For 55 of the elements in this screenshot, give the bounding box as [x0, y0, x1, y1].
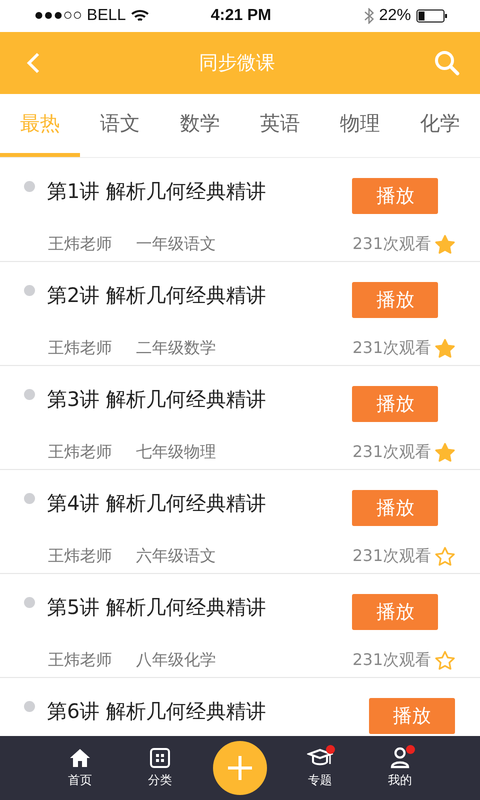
- clock-time: 4:21 PM: [210, 7, 272, 25]
- view-count: 231次观看: [352, 650, 431, 671]
- battery-percent: 22%: [378, 7, 411, 25]
- teacher-name: 王炜老师: [48, 338, 112, 359]
- subject-tab[interactable]: 语文: [80, 94, 160, 157]
- bullet-icon: [24, 701, 35, 712]
- lesson-title: 第3讲 解析几何经典精讲: [47, 386, 266, 412]
- star-icon[interactable]: [435, 235, 455, 254]
- grade-subject: 八年级化学: [136, 650, 216, 671]
- lesson-title: 第5讲 解析几何经典精讲: [47, 594, 266, 620]
- star-icon[interactable]: [435, 443, 455, 462]
- add-button[interactable]: [213, 741, 267, 795]
- star-icon[interactable]: [435, 339, 455, 358]
- view-count: 231次观看: [352, 234, 431, 255]
- subject-tab[interactable]: 数学: [160, 94, 240, 157]
- bullet-icon: [24, 389, 35, 400]
- subject-tab[interactable]: 物理: [320, 94, 400, 157]
- teacher-name: 王炜老师: [48, 234, 112, 255]
- subject-tab[interactable]: 化学: [400, 94, 480, 157]
- page-title: 同步微课: [199, 51, 275, 76]
- grid-icon: [149, 747, 171, 769]
- battery-icon: [416, 9, 448, 23]
- bullet-icon: [24, 181, 35, 192]
- wifi-icon: [130, 9, 149, 23]
- view-count: 231次观看: [352, 546, 431, 567]
- lesson-title: 第2讲 解析几何经典精讲: [47, 282, 266, 308]
- carrier-label: ●●●○○ BELL: [34, 7, 126, 25]
- home-icon: [69, 747, 91, 769]
- bullet-icon: [24, 493, 35, 504]
- star-outline-icon[interactable]: [435, 651, 455, 670]
- lesson-title: 第6讲 解析几何经典精讲: [47, 698, 266, 724]
- back-icon[interactable]: [26, 52, 40, 74]
- bullet-icon: [24, 597, 35, 608]
- user-icon: [390, 747, 410, 769]
- teacher-name: 王炜老师: [48, 650, 112, 671]
- tab-bar-label[interactable]: 分类: [148, 772, 172, 789]
- grade-subject: 二年级数学: [136, 338, 216, 359]
- teacher-name: 王炜老师: [48, 442, 112, 463]
- bullet-icon: [24, 285, 35, 296]
- subject-tab[interactable]: 英语: [240, 94, 320, 157]
- teacher-name: 王炜老师: [48, 546, 112, 567]
- plus-icon: [227, 755, 253, 781]
- lesson-title: 第4讲 解析几何经典精讲: [47, 490, 266, 516]
- tab-bar-label[interactable]: 专题: [308, 772, 332, 789]
- bluetooth-icon: [364, 8, 374, 24]
- grade-subject: 七年级物理: [136, 442, 216, 463]
- lesson-title: 第1讲 解析几何经典精讲: [47, 178, 266, 204]
- grade-subject: 六年级语文: [136, 546, 216, 567]
- tab-bar-label[interactable]: 首页: [68, 772, 92, 789]
- view-count: 231次观看: [352, 338, 431, 359]
- search-icon[interactable]: [434, 50, 460, 76]
- grade-subject: 一年级语文: [136, 234, 216, 255]
- view-count: 231次观看: [352, 442, 431, 463]
- star-outline-icon[interactable]: [435, 547, 455, 566]
- tab-bar-label[interactable]: 我的: [388, 772, 412, 789]
